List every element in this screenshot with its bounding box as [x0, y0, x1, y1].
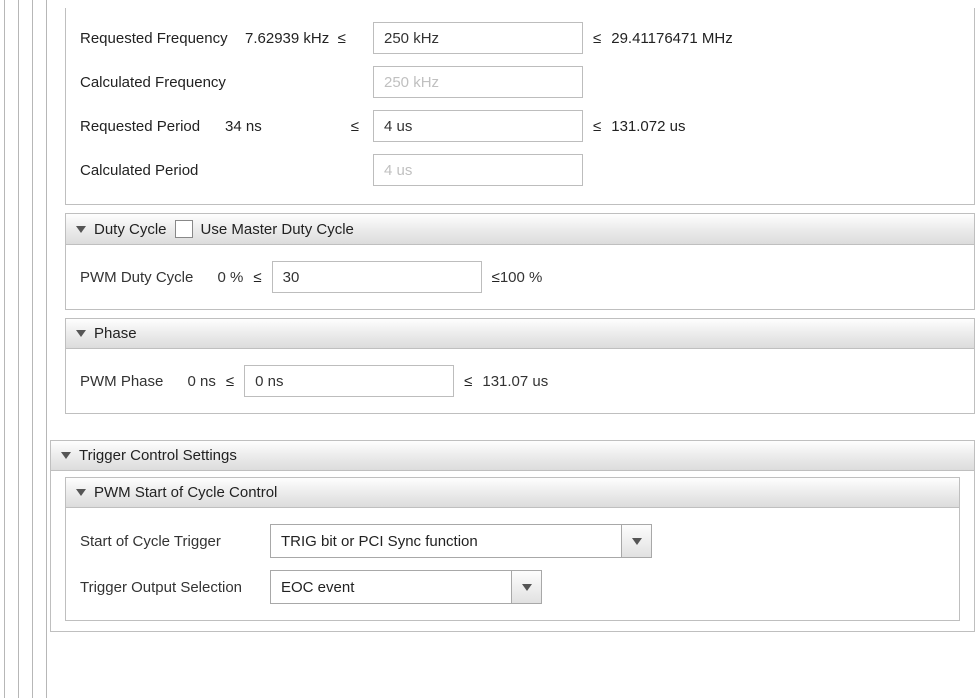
label-soc-trigger: Start of Cycle Trigger: [80, 533, 260, 550]
req-period-max: 131.072 us: [611, 118, 685, 135]
panel-title-duty-cycle: Duty Cycle: [94, 221, 167, 238]
label-use-master-duty: Use Master Duty Cycle: [201, 221, 354, 238]
chevron-down-icon: [632, 538, 642, 545]
panel-header-pwm-soc[interactable]: PWM Start of Cycle Control: [66, 478, 959, 508]
duty-min: 0 %: [218, 269, 244, 286]
input-calculated-period: [373, 154, 583, 186]
phase-max: 131.07 us: [482, 373, 548, 390]
req-freq-max: 29.41176471 MHz: [611, 30, 732, 47]
input-pwm-duty-cycle[interactable]: [272, 261, 482, 293]
frequency-period-group: Requested Frequency 7.62939 kHz ≤ ≤ 29.4…: [65, 8, 975, 205]
panel-title-phase: Phase: [94, 325, 137, 342]
label-trigger-output: Trigger Output Selection: [80, 579, 260, 596]
panel-pwm-soc: PWM Start of Cycle Control Start of Cycl…: [65, 477, 960, 621]
combo-soc-trigger-value: TRIG bit or PCI Sync function: [271, 525, 621, 557]
panel-title-trigger-control: Trigger Control Settings: [79, 447, 237, 464]
chevron-down-icon: [76, 489, 86, 496]
input-pwm-phase[interactable]: [244, 365, 454, 397]
label-calculated-period: Calculated Period: [80, 162, 215, 179]
panel-phase: Phase PWM Phase 0 ns ≤ ≤ 131.07 us: [65, 318, 975, 414]
panel-header-duty-cycle[interactable]: Duty Cycle Use Master Duty Cycle: [66, 214, 974, 245]
label-pwm-phase: PWM Phase: [80, 373, 163, 390]
panel-duty-cycle: Duty Cycle Use Master Duty Cycle PWM Dut…: [65, 213, 975, 310]
combo-trigger-output-value: EOC event: [271, 571, 511, 603]
label-pwm-duty-cycle: PWM Duty Cycle: [80, 269, 193, 286]
panel-header-phase[interactable]: Phase: [66, 319, 974, 349]
duty-max: 100 %: [500, 269, 543, 286]
label-requested-period: Requested Period: [80, 118, 215, 135]
chevron-down-icon: [61, 452, 71, 459]
input-requested-period[interactable]: [373, 110, 583, 142]
combo-soc-trigger[interactable]: TRIG bit or PCI Sync function: [270, 524, 652, 558]
panel-trigger-control: Trigger Control Settings PWM Start of Cy…: [50, 440, 975, 632]
phase-min: 0 ns: [188, 373, 216, 390]
combo-trigger-output-button[interactable]: [511, 571, 541, 603]
panel-title-pwm-soc: PWM Start of Cycle Control: [94, 484, 277, 501]
chevron-down-icon: [76, 330, 86, 337]
combo-soc-trigger-button[interactable]: [621, 525, 651, 557]
combo-trigger-output[interactable]: EOC event: [270, 570, 542, 604]
req-freq-min: 7.62939 kHz: [245, 30, 329, 47]
label-requested-frequency: Requested Frequency: [80, 30, 235, 47]
req-period-min: 34 ns: [225, 118, 262, 135]
panel-header-trigger-control[interactable]: Trigger Control Settings: [51, 441, 974, 471]
chevron-down-icon: [522, 584, 532, 591]
input-calculated-frequency: [373, 66, 583, 98]
chevron-down-icon: [76, 226, 86, 233]
label-calculated-frequency: Calculated Frequency: [80, 74, 235, 91]
input-requested-frequency[interactable]: [373, 22, 583, 54]
checkbox-use-master-duty[interactable]: [175, 220, 193, 238]
